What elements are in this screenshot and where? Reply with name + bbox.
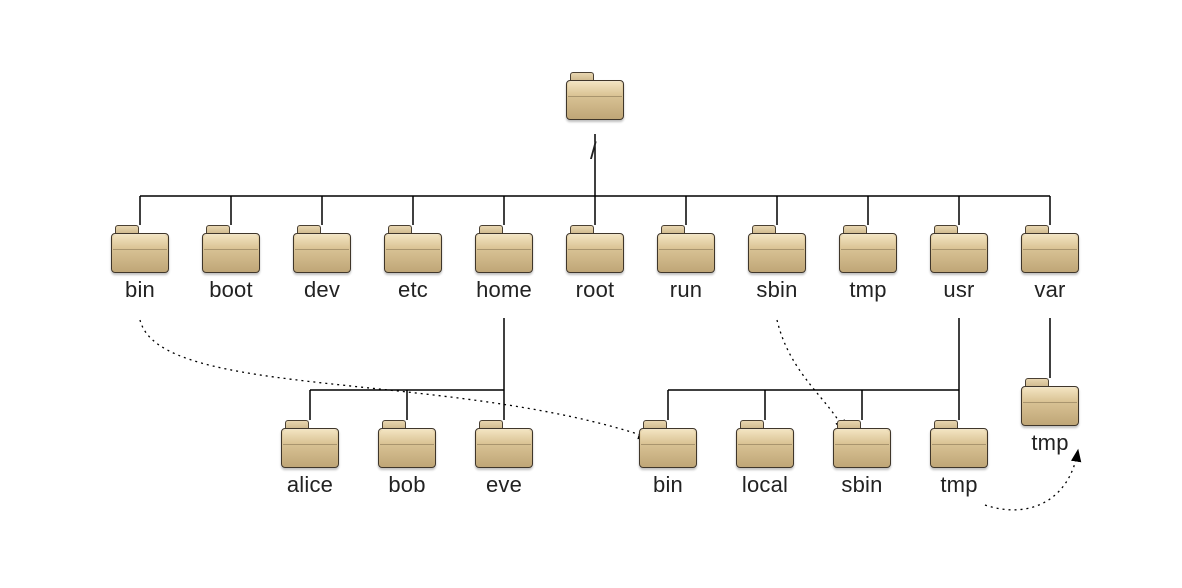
folder-icon — [930, 225, 988, 273]
folder-dev: dev — [288, 225, 356, 303]
folder-var-tmp: tmp — [1016, 378, 1084, 456]
filesystem-tree-diagram: { "root_label": "/", "level1": [ { "name… — [0, 0, 1182, 588]
folder-usr-local: local — [731, 420, 799, 498]
folder-label: bin — [634, 472, 702, 498]
folder-label: tmp — [834, 277, 902, 303]
folder-icon — [281, 420, 339, 468]
folder-run: run — [652, 225, 720, 303]
folder-label: sbin — [743, 277, 811, 303]
folder-label: boot — [197, 277, 265, 303]
folder-var: var — [1016, 225, 1084, 303]
folder-label: tmp — [1016, 430, 1084, 456]
folder-icon — [930, 420, 988, 468]
folder-label: alice — [276, 472, 344, 498]
folder-icon — [833, 420, 891, 468]
folder-icon — [839, 225, 897, 273]
folder-sbin: sbin — [743, 225, 811, 303]
root-label: / — [590, 138, 597, 166]
folder-label: bob — [373, 472, 441, 498]
folder-home-bob: bob — [373, 420, 441, 498]
folder-icon — [748, 225, 806, 273]
folder-icon — [566, 225, 624, 273]
folder-home: home — [470, 225, 538, 303]
folder-boot: boot — [197, 225, 265, 303]
folder-icon — [202, 225, 260, 273]
folder-usr: usr — [925, 225, 993, 303]
folder-icon — [475, 420, 533, 468]
folder-home-alice: alice — [276, 420, 344, 498]
folder-icon — [384, 225, 442, 273]
folder-label: usr — [925, 277, 993, 303]
folder-etc: etc — [379, 225, 447, 303]
folder-label: sbin — [828, 472, 896, 498]
folder-label: local — [731, 472, 799, 498]
folder-label: dev — [288, 277, 356, 303]
folder-icon — [111, 225, 169, 273]
folder-label: eve — [470, 472, 538, 498]
folder-label: home — [470, 277, 538, 303]
folder-label: tmp — [925, 472, 993, 498]
folder-tmp: tmp — [834, 225, 902, 303]
folder-label: run — [652, 277, 720, 303]
folder-icon — [1021, 225, 1079, 273]
folder-icon — [378, 420, 436, 468]
folder-icon — [657, 225, 715, 273]
folder-bin: bin — [106, 225, 174, 303]
folder-home-eve: eve — [470, 420, 538, 498]
folder-usr-bin: bin — [634, 420, 702, 498]
folder-root — [561, 72, 629, 120]
folder-root-home: root — [561, 225, 629, 303]
folder-icon — [736, 420, 794, 468]
folder-usr-tmp: tmp — [925, 420, 993, 498]
folder-icon — [475, 225, 533, 273]
folder-icon — [293, 225, 351, 273]
folder-label: bin — [106, 277, 174, 303]
folder-label: etc — [379, 277, 447, 303]
folder-label: var — [1016, 277, 1084, 303]
folder-usr-sbin: sbin — [828, 420, 896, 498]
folder-icon — [566, 72, 624, 120]
folder-label: root — [561, 277, 629, 303]
folder-icon — [1021, 378, 1079, 426]
folder-icon — [639, 420, 697, 468]
